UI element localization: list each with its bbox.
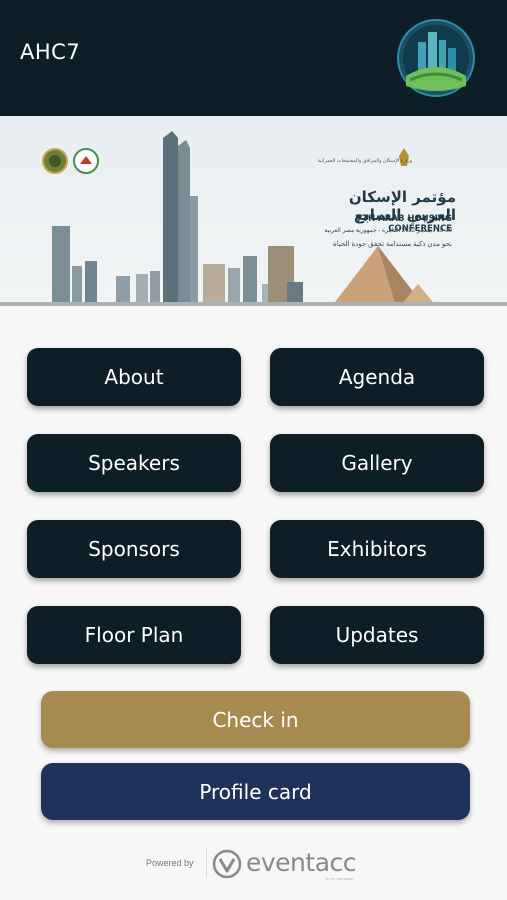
sponsors-button[interactable]: Sponsors [27, 520, 241, 578]
eventacc-logo-icon [212, 849, 242, 879]
conference-date: 18-20 ديسمبر 2022 القاهرة - جمهورية مصر … [324, 228, 452, 234]
check-in-button[interactable]: Check in [41, 691, 470, 748]
speakers-button[interactable]: Speakers [27, 434, 241, 492]
conference-tagline: نحو مدن ذكية مستدامة تحقق جودة الحياة [333, 241, 452, 248]
eventacc-brand-subtitle: BY OCT NETWORK [326, 877, 354, 881]
ministry-name: وزارة الإسكان والمرافق والمجتمعات العمرا… [317, 158, 412, 164]
app-title: AHC7 [20, 40, 81, 64]
powered-by-label: Powered by [146, 858, 194, 868]
exhibitors-button[interactable]: Exhibitors [270, 520, 484, 578]
about-button[interactable]: About [27, 348, 241, 406]
eventacc-brand-name: eventacc [246, 848, 357, 877]
profile-card-button[interactable]: Profile card [41, 763, 470, 820]
app-bar: AHC7 [0, 0, 507, 116]
gallery-button[interactable]: Gallery [270, 434, 484, 492]
floor-plan-button[interactable]: Floor Plan [27, 606, 241, 664]
ahc7-logo-icon [397, 19, 475, 97]
updates-button[interactable]: Updates [270, 606, 484, 664]
footer-divider [206, 848, 207, 878]
conference-banner: وزارة الإسكان والمرافق والمجتمعات العمرا… [0, 116, 507, 306]
agenda-button[interactable]: Agenda [270, 348, 484, 406]
